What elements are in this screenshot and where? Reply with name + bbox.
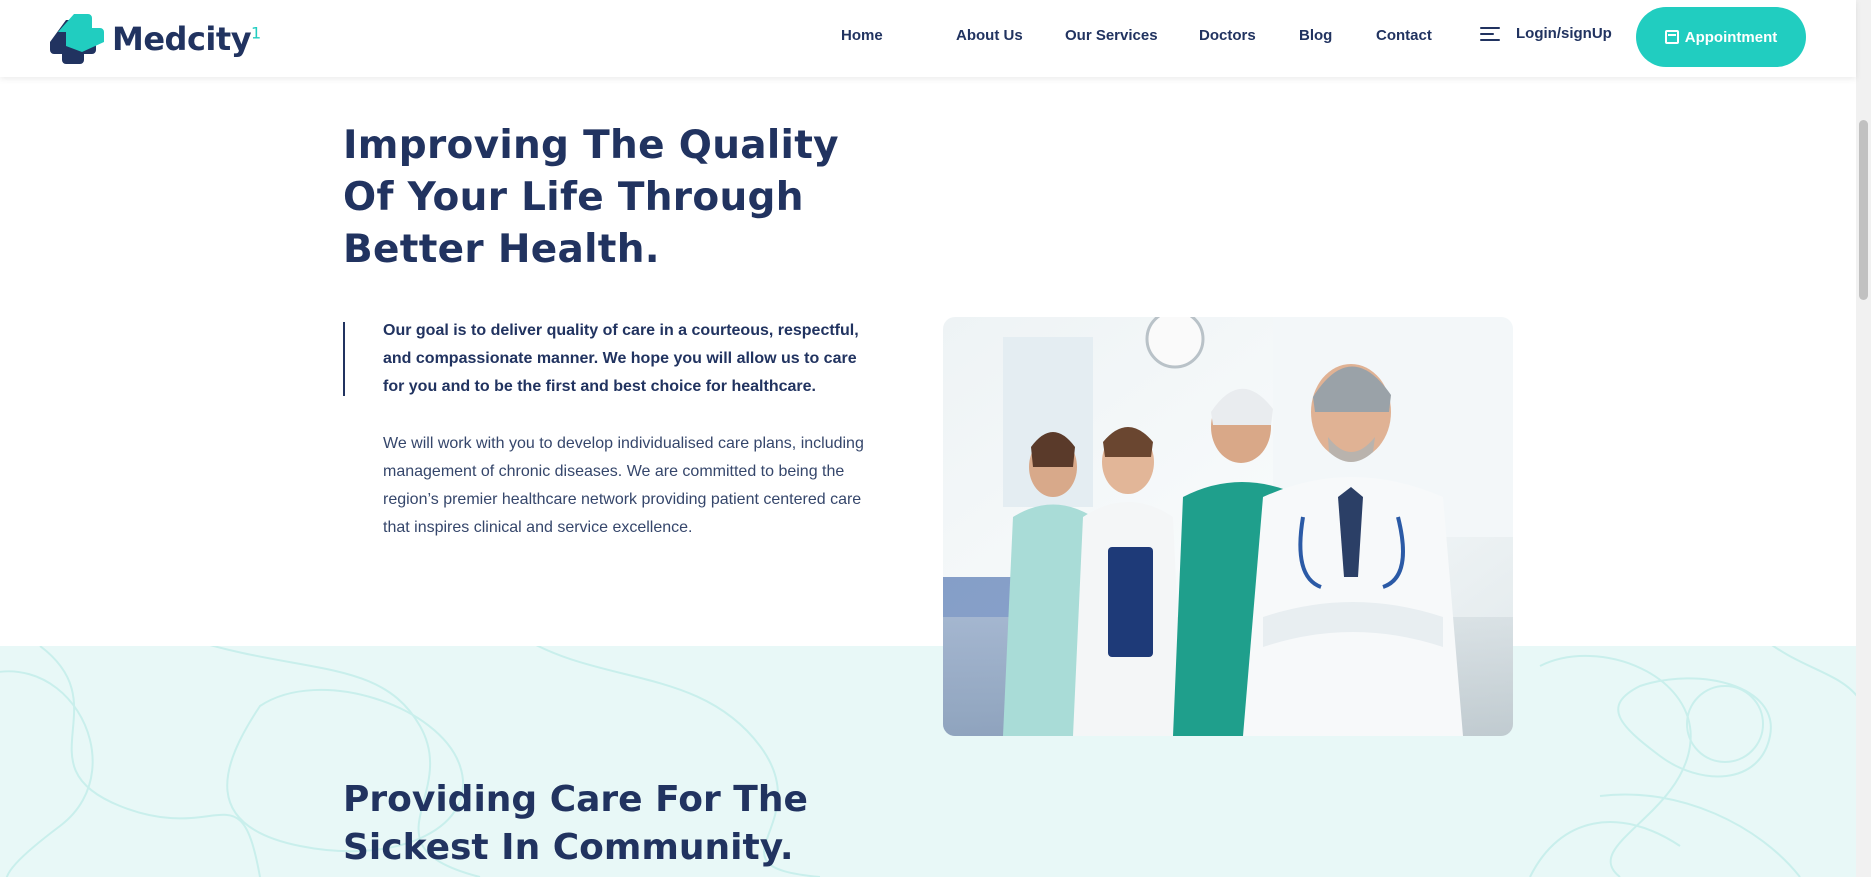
decorative-wave-pattern xyxy=(0,646,1856,877)
nav-item-our-services[interactable]: Our Services xyxy=(1065,27,1158,44)
section-title-community: Providing Care For The Sickest In Commun… xyxy=(343,779,808,868)
nav-item-about-us[interactable]: About Us xyxy=(956,27,1023,44)
nav-item-home[interactable]: Home xyxy=(841,27,883,44)
page-scrollbar-thumb[interactable] xyxy=(1859,120,1868,300)
brand-name: Medcity1 xyxy=(112,20,261,58)
nav-item-doctors[interactable]: Doctors xyxy=(1199,27,1256,44)
hamburger-menu-icon xyxy=(1480,26,1500,42)
nav-item-blog[interactable]: Blog xyxy=(1299,27,1332,44)
hero-title: Improving The Quality Of Your Life Throu… xyxy=(343,123,839,272)
community-section-background xyxy=(0,646,1856,877)
calendar-icon xyxy=(1664,30,1679,44)
brand-superscript: 1 xyxy=(251,23,261,43)
login-signup-link[interactable]: Login/signUp xyxy=(1480,25,1612,42)
hero-quote: Our goal is to deliver quality of care i… xyxy=(383,322,859,395)
medcity-logo-icon xyxy=(48,12,106,66)
login-signup-label: Login/signUp xyxy=(1516,25,1612,42)
appointment-label: Appointment xyxy=(1684,28,1778,46)
brand-logo[interactable]: Medcity1 xyxy=(48,12,261,66)
medical-team-photo xyxy=(943,317,1513,736)
appointment-button[interactable]: Appointment xyxy=(1636,7,1806,67)
quote-accent-bar xyxy=(343,322,345,396)
hero-body-text: We will work with you to develop individ… xyxy=(383,435,864,536)
top-navbar: Medcity1 Home About Us Our Services Doct… xyxy=(0,0,1856,77)
nav-item-contact[interactable]: Contact xyxy=(1376,27,1432,44)
